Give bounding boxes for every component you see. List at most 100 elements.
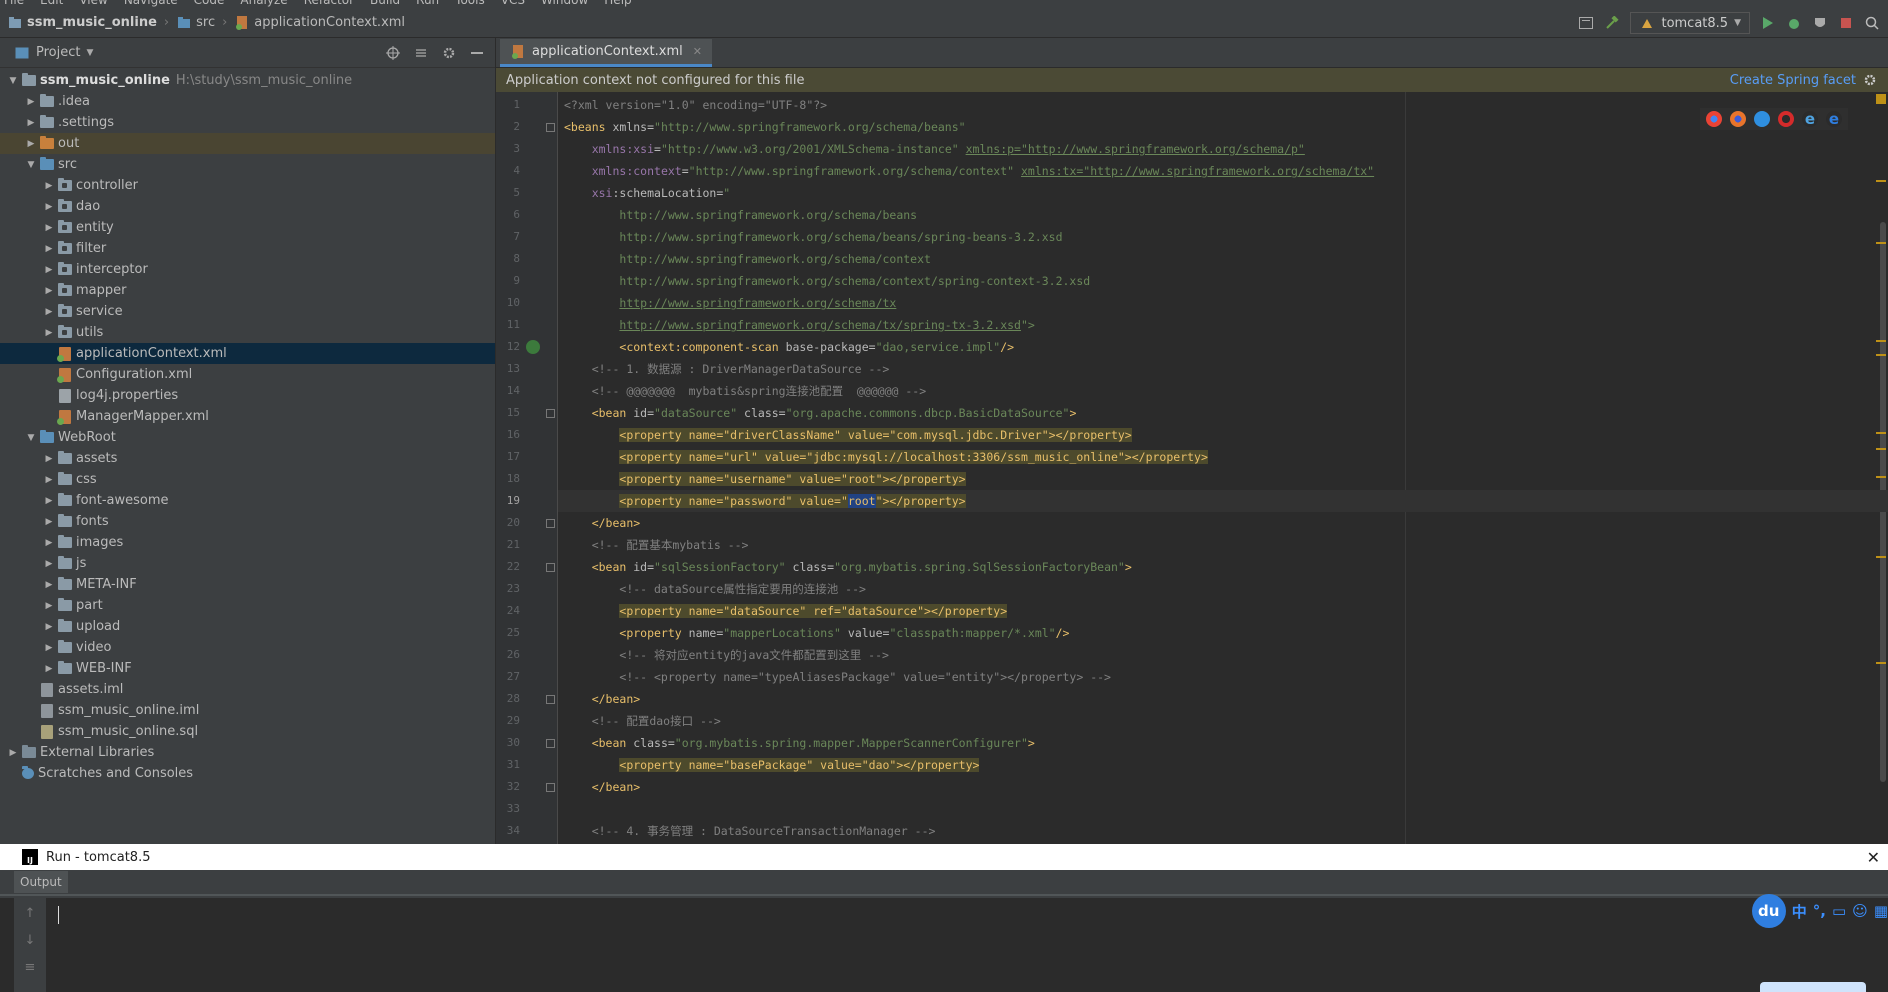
collapsed-arrow-icon[interactable]: ▶ [24, 118, 38, 128]
menu-code[interactable]: Code [194, 0, 225, 7]
search-bar-fragment[interactable] [1760, 982, 1866, 992]
collapsed-arrow-icon[interactable]: ▶ [42, 580, 56, 590]
code-line[interactable]: xmlns:xsi="http://www.w3.org/2001/XMLSch… [564, 138, 1305, 160]
tree-item-assets[interactable]: ▶ assets [0, 448, 495, 469]
code-line[interactable]: <property name="password" value="root"><… [564, 490, 966, 512]
fold-marker-icon[interactable] [546, 783, 555, 792]
code-line[interactable]: </bean> [564, 512, 640, 534]
code-editor[interactable]: 1 2 3 4 5 6 7 8 9 10 11 12 13 14 15 16 17 18 19 20 21 22 23 24 2… [496, 92, 1888, 844]
console-output[interactable] [0, 898, 1888, 992]
warning-marker[interactable] [1876, 662, 1886, 664]
code-line[interactable]: <bean id="sqlSessionFactory" class="org.… [564, 556, 1132, 578]
code-line[interactable]: http://www.springframework.org/schema/co… [564, 248, 931, 270]
code-line[interactable]: <?xml version="1.0" encoding="UTF-8"?> [564, 94, 827, 116]
code-line[interactable]: <!-- @@@@@@@ mybatis&spring连接池配置 @@@@@@ … [564, 380, 926, 402]
tree-item-interceptor[interactable]: ▶ interceptor [0, 259, 495, 280]
menu-navigate[interactable]: Navigate [124, 0, 178, 7]
menu-view[interactable]: View [79, 0, 107, 7]
opera-icon[interactable] [1778, 111, 1794, 127]
warning-marker[interactable] [1876, 340, 1886, 342]
code-line[interactable]: <bean class="org.mybatis.spring.mapper.M… [564, 732, 1035, 754]
warning-marker[interactable] [1876, 242, 1886, 244]
tree-item-mapper[interactable]: ▶ mapper [0, 280, 495, 301]
collapsed-arrow-icon[interactable]: ▶ [42, 517, 56, 527]
tree-item-webroot[interactable]: ▼ WebRoot [0, 427, 495, 448]
tree-item-part[interactable]: ▶ part [0, 595, 495, 616]
tree-item-css[interactable]: ▶ css [0, 469, 495, 490]
menu-edit[interactable]: Edit [40, 0, 63, 7]
tree-item-ssm-music-online-iml[interactable]: ssm_music_online.iml [0, 700, 495, 721]
code-line[interactable]: </bean> [564, 688, 640, 710]
fold-marker-icon[interactable] [546, 519, 555, 528]
tab-application-context[interactable]: applicationContext.xml ✕ [500, 39, 712, 67]
collapsed-arrow-icon[interactable]: ▶ [42, 601, 56, 611]
tree-item-out[interactable]: ▶ out [0, 133, 495, 154]
code-line[interactable]: <!-- 1. 数据源 : DriverManagerDataSource --… [564, 358, 890, 380]
code-line[interactable]: <context:component-scan base-package="da… [564, 336, 1014, 358]
error-stripe[interactable] [1874, 92, 1888, 844]
warning-marker[interactable] [1876, 556, 1886, 558]
tree-item-entity[interactable]: ▶ entity [0, 217, 495, 238]
code-line[interactable]: <property name="mapperLocations" value="… [564, 622, 1069, 644]
debug-icon[interactable] [1786, 15, 1802, 31]
code-line[interactable]: xmlns:context="http://www.springframewor… [564, 160, 1374, 182]
warning-marker[interactable] [1876, 94, 1886, 104]
code-line[interactable]: <!-- dataSource属性指定要用的连接池 --> [564, 578, 866, 600]
stop-icon[interactable] [1838, 15, 1854, 31]
coverage-icon[interactable] [1812, 15, 1828, 31]
code-line[interactable]: xsi:schemaLocation=" [564, 182, 731, 204]
tree-item-utils[interactable]: ▶ utils [0, 322, 495, 343]
tree-item-log4j-properties[interactable]: log4j.properties [0, 385, 495, 406]
run-configuration-select[interactable]: tomcat8.5 ▼ [1630, 12, 1750, 34]
fold-marker-icon[interactable] [546, 563, 555, 572]
menu-help[interactable]: Help [604, 0, 631, 7]
warning-marker[interactable] [1876, 476, 1886, 478]
menu-analyze[interactable]: Analyze [240, 0, 287, 7]
ime-keyboard-icon[interactable]: ▭ [1832, 902, 1846, 920]
locate-file-icon[interactable] [385, 45, 401, 61]
gear-icon[interactable] [1862, 72, 1878, 88]
expanded-arrow-icon[interactable]: ▼ [24, 433, 38, 443]
menu-refactor[interactable]: Refactor [304, 0, 354, 7]
breadcrumb-folder[interactable]: src [173, 15, 218, 31]
ie-icon[interactable]: e [1802, 111, 1818, 127]
tree-item-fonts[interactable]: ▶ fonts [0, 511, 495, 532]
ime-grid-icon[interactable]: ▦ [1874, 902, 1888, 920]
tree-item-scratches-and-consoles[interactable]: Scratches and Consoles [0, 763, 495, 784]
expanded-arrow-icon[interactable]: ▼ [6, 76, 20, 86]
collapsed-arrow-icon[interactable]: ▶ [42, 538, 56, 548]
code-line[interactable]: </bean> [564, 776, 640, 798]
menu-file[interactable]: File [4, 0, 24, 7]
tree-item-filter[interactable]: ▶ filter [0, 238, 495, 259]
collapsed-arrow-icon[interactable]: ▶ [42, 265, 56, 275]
tree-item-assets-iml[interactable]: assets.iml [0, 679, 495, 700]
tab-output[interactable]: Output [14, 871, 68, 893]
tree-item-src[interactable]: ▼ src [0, 154, 495, 175]
collapsed-arrow-icon[interactable]: ▶ [42, 496, 56, 506]
edge-icon[interactable]: e [1826, 111, 1842, 127]
breadcrumb-project[interactable]: ssm_music_online [4, 15, 160, 31]
tree-item-controller[interactable]: ▶ controller [0, 175, 495, 196]
fold-marker-icon[interactable] [546, 739, 555, 748]
tree-item-ssm-music-online[interactable]: ▼ ssm_music_online H:\study\ssm_music_onli… [0, 70, 495, 91]
fold-marker-icon[interactable] [546, 409, 555, 418]
create-spring-facet-link[interactable]: Create Spring facet [1730, 72, 1878, 88]
collapsed-arrow-icon[interactable]: ▶ [42, 223, 56, 233]
code-line[interactable]: <property name="dataSource" ref="dataSou… [564, 600, 1008, 622]
tree-item-external-libraries[interactable]: ▶ External Libraries [0, 742, 495, 763]
collapsed-arrow-icon[interactable]: ▶ [42, 307, 56, 317]
fold-marker-icon[interactable] [546, 695, 555, 704]
code-line[interactable]: <!-- <property name="typeAliasesPackage"… [564, 666, 1111, 688]
firefox-icon[interactable] [1730, 111, 1746, 127]
collapsed-arrow-icon[interactable]: ▶ [42, 286, 56, 296]
code-line[interactable]: <property name="driverClassName" value="… [564, 424, 1132, 446]
soft-wrap-icon[interactable]: ≡ [25, 960, 36, 975]
warning-marker[interactable] [1876, 180, 1886, 182]
tree-item-meta-inf[interactable]: ▶ META-INF [0, 574, 495, 595]
collapsed-arrow-icon[interactable]: ▶ [42, 622, 56, 632]
code-line[interactable]: http://www.springframework.org/schema/tx… [564, 314, 1034, 336]
fold-marker-icon[interactable] [546, 123, 555, 132]
code-line[interactable]: <!-- 将对应entity的java文件都配置到这里 --> [564, 644, 889, 666]
tree-item-configuration-xml[interactable]: Configuration.xml [0, 364, 495, 385]
code-line[interactable]: <!-- 4. 事务管理 : DataSourceTransactionMana… [564, 820, 936, 842]
